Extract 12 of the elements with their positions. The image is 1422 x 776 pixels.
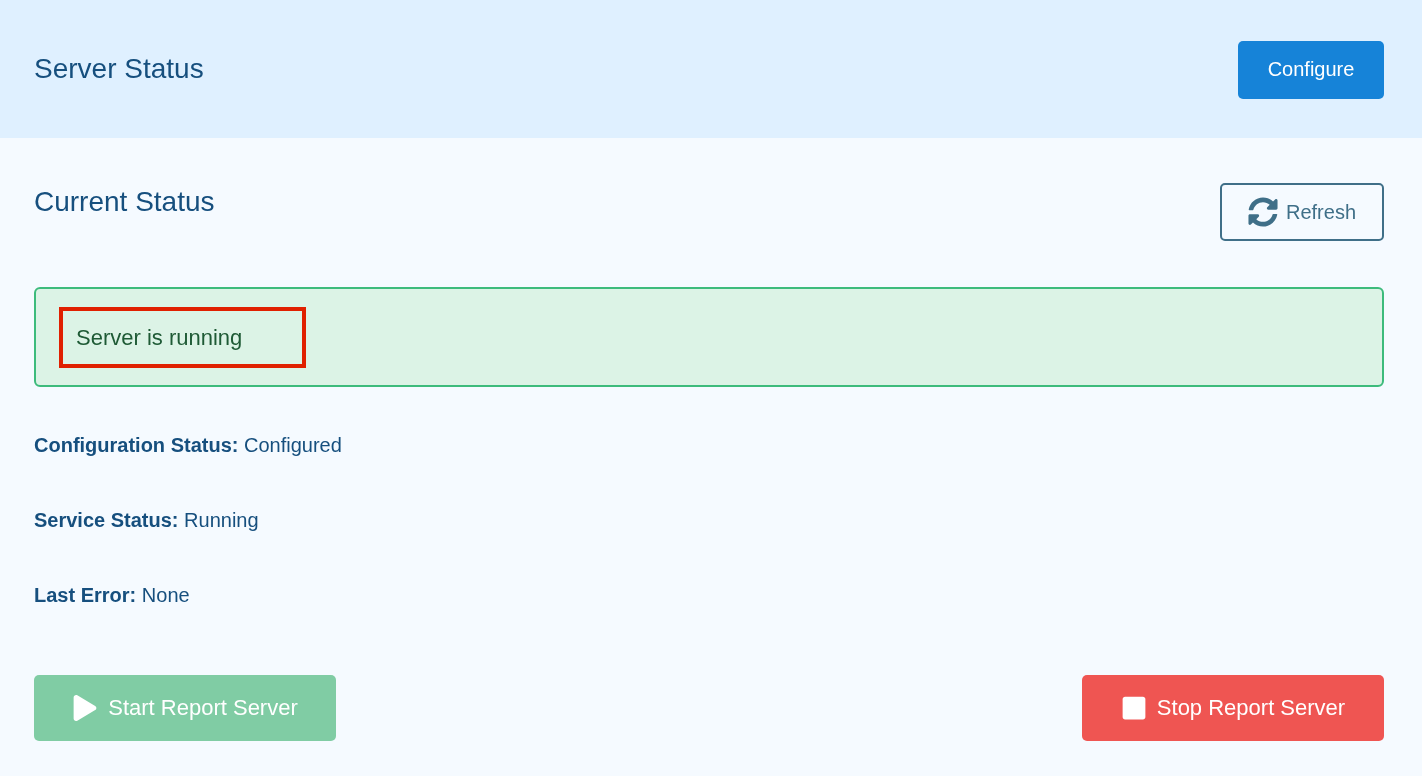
- status-detail: Service Status: Running: [34, 508, 259, 532]
- page-title: Server Status: [34, 52, 204, 86]
- section-title: Current Status: [34, 185, 215, 219]
- play-icon: [72, 695, 99, 721]
- status-detail: Configuration Status: Configured: [34, 433, 342, 457]
- refresh-icon: [1248, 197, 1278, 227]
- stop-server-button[interactable]: Stop Report Server: [1082, 675, 1384, 741]
- refresh-button[interactable]: Refresh: [1220, 183, 1384, 241]
- configure-button[interactable]: Configure: [1238, 40, 1384, 99]
- stop-icon: [1120, 695, 1147, 721]
- status-detail: Last Error: None: [34, 583, 190, 607]
- status-message: Server is running: [76, 324, 243, 350]
